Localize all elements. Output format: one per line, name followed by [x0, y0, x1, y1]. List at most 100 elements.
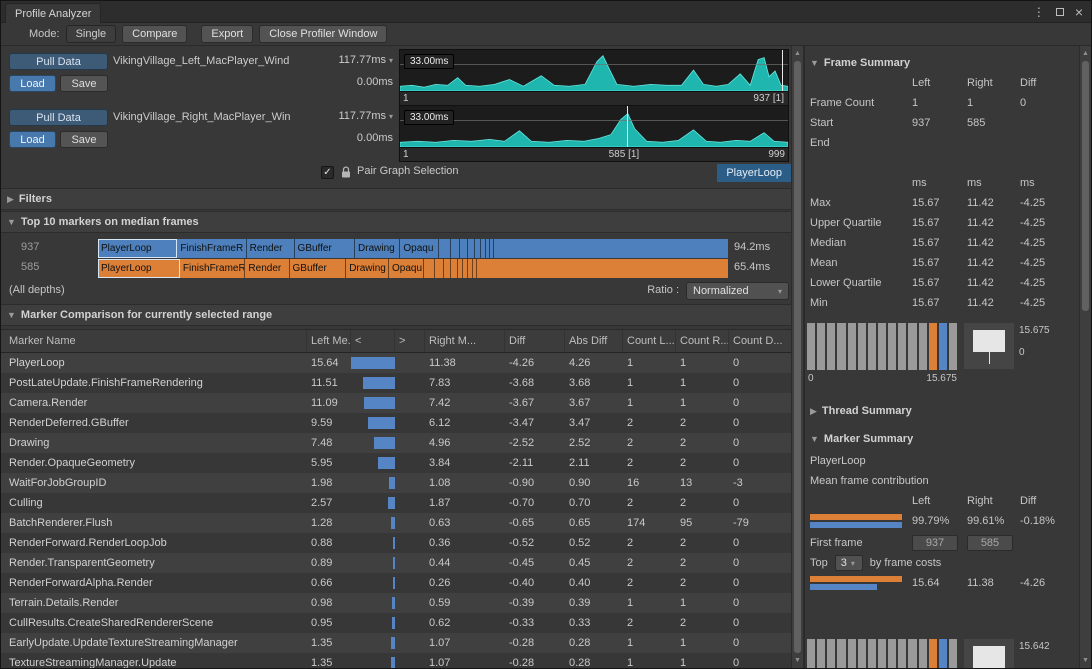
contribution-diff-value: -0.18%: [1020, 515, 1079, 527]
maximize-icon[interactable]: [1056, 8, 1064, 16]
summary-col-left: Left: [912, 77, 967, 89]
top10-segment[interactable]: [439, 239, 450, 258]
load-button[interactable]: Load: [9, 131, 56, 148]
count-right-cell: 13: [676, 473, 729, 493]
col-diff[interactable]: Diff: [505, 330, 565, 352]
filters-foldout[interactable]: ▶ Filters: [1, 188, 791, 210]
frame-time-graph-left[interactable]: 33.00ms: [399, 49, 789, 92]
top10-segment[interactable]: Opaqu: [389, 259, 424, 278]
comparison-row[interactable]: Render.OpaqueGeometry5.953.84-2.112.1122…: [1, 453, 791, 473]
first-frame-left-button[interactable]: 937: [912, 535, 958, 551]
left-mean-cell: 0.95: [307, 613, 351, 633]
top10-segment[interactable]: [424, 259, 435, 278]
tab-profile-analyzer[interactable]: Profile Analyzer: [5, 3, 101, 23]
histogram-ymax-label: 15.675: [1019, 325, 1050, 336]
selection-line[interactable]: [782, 50, 783, 91]
top10-segment[interactable]: GBuffer: [290, 259, 347, 278]
close-profiler-window-button[interactable]: Close Profiler Window: [259, 25, 387, 43]
scroll-up-icon[interactable]: ▲: [792, 47, 803, 60]
col-left-mean[interactable]: Left Me...: [307, 330, 351, 352]
comparison-row[interactable]: EarlyUpdate.UpdateTextureStreamingManage…: [1, 633, 791, 653]
frame-summary-foldout[interactable]: ▼ Frame Summary: [805, 53, 1079, 73]
right-mean-cell: 11.38: [425, 353, 505, 373]
summary-scrollbar[interactable]: ▲ ▼: [1079, 46, 1092, 668]
top10-segment[interactable]: PlayerLoop: [98, 259, 180, 278]
col-marker-name[interactable]: Marker Name: [1, 330, 307, 352]
comparison-row[interactable]: RenderForwardAlpha.Render0.660.26-0.400.…: [1, 573, 791, 593]
selected-marker-chip[interactable]: PlayerLoop: [717, 164, 791, 182]
export-button[interactable]: Export: [201, 25, 253, 43]
col-right-bar[interactable]: >: [395, 330, 425, 352]
top10-segment[interactable]: PlayerLoop: [98, 239, 177, 258]
scroll-down-icon[interactable]: ▼: [792, 654, 803, 667]
save-button[interactable]: Save: [60, 131, 108, 148]
top10-segment[interactable]: FinishFrameR: [177, 239, 246, 258]
top10-segment[interactable]: [444, 259, 452, 278]
summary-left-value: 15.67: [912, 257, 967, 269]
top10-foldout[interactable]: ▼ Top 10 markers on median frames: [1, 211, 791, 233]
range-max-dropdown[interactable]: 117.77ms▾: [338, 110, 393, 122]
range-max-dropdown[interactable]: 117.77ms▾: [338, 54, 393, 66]
thread-summary-foldout[interactable]: ▶ Thread Summary: [805, 401, 1079, 421]
boxplot-thumbnail[interactable]: [964, 323, 1014, 369]
pull-data-button[interactable]: Pull Data: [9, 53, 108, 70]
main-scrollbar-thumb[interactable]: [794, 61, 801, 653]
col-abs-diff[interactable]: Abs Diff: [565, 330, 623, 352]
marker-summary-foldout[interactable]: ▼ Marker Summary: [805, 429, 1079, 449]
pull-data-button[interactable]: Pull Data: [9, 109, 108, 126]
boxplot-thumbnail[interactable]: [964, 639, 1014, 668]
col-left-bar[interactable]: <: [351, 330, 395, 352]
scroll-down-icon[interactable]: ▼: [1080, 654, 1091, 667]
main-scrollbar[interactable]: ▲ ▼: [791, 46, 804, 668]
histogram-ymax-label: 15.642: [1019, 641, 1050, 652]
comparison-row[interactable]: BatchRenderer.Flush1.280.63-0.650.651749…: [1, 513, 791, 533]
mode-compare-button[interactable]: Compare: [122, 25, 187, 43]
comparison-row[interactable]: PostLateUpdate.FinishFrameRendering11.51…: [1, 373, 791, 393]
comparison-row[interactable]: Render.TransparentGeometry0.890.44-0.450…: [1, 553, 791, 573]
col-right-mean[interactable]: Right M...: [425, 330, 505, 352]
comparison-row[interactable]: Terrain.Details.Render0.980.59-0.390.391…: [1, 593, 791, 613]
comparison-row[interactable]: Culling2.571.87-0.700.70220: [1, 493, 791, 513]
comparison-row[interactable]: RenderForward.RenderLoopJob0.880.36-0.52…: [1, 533, 791, 553]
summary-diff-value: -4.25: [1020, 237, 1079, 249]
save-button[interactable]: Save: [60, 75, 108, 92]
comparison-row[interactable]: WaitForJobGroupID1.981.08-0.900.901613-3: [1, 473, 791, 493]
top10-segment[interactable]: Opaqu: [400, 239, 439, 258]
comparison-row[interactable]: RenderDeferred.GBuffer9.596.12-3.473.472…: [1, 413, 791, 433]
count-right-cell: 2: [676, 453, 729, 473]
col-count-diff[interactable]: Count D...: [729, 330, 791, 352]
close-icon[interactable]: ×: [1075, 5, 1083, 19]
pair-checkbox[interactable]: ✓: [321, 166, 334, 179]
top10-segment[interactable]: Drawing: [346, 259, 389, 278]
top10-segment[interactable]: [451, 239, 460, 258]
top10-segment[interactable]: [460, 239, 468, 258]
comparison-row[interactable]: CullResults.CreateSharedRendererScene0.9…: [1, 613, 791, 633]
diff-cell: -2.52: [505, 433, 565, 453]
top10-segment[interactable]: Drawing: [355, 239, 400, 258]
comparison-row[interactable]: Camera.Render11.097.42-3.673.67110: [1, 393, 791, 413]
top10-segment[interactable]: Render: [247, 239, 295, 258]
frame-time-graph-right[interactable]: 33.00ms: [399, 105, 789, 148]
load-button[interactable]: Load: [9, 75, 56, 92]
selection-line[interactable]: [627, 106, 628, 147]
top10-segment[interactable]: FinishFrameR: [180, 259, 246, 278]
ratio-dropdown[interactable]: Normalized▾: [686, 282, 789, 300]
first-frame-right-button[interactable]: 585: [967, 535, 1013, 551]
kebab-menu-icon[interactable]: ⋮: [1033, 5, 1045, 19]
top10-segment[interactable]: [468, 239, 475, 258]
col-count-right[interactable]: Count R...: [676, 330, 729, 352]
comparison-row[interactable]: TextureStreamingManager.Update1.351.07-0…: [1, 653, 791, 668]
top10-segment[interactable]: [435, 259, 444, 278]
marker-name-cell: PostLateUpdate.FinishFrameRendering: [1, 373, 307, 393]
comparison-row[interactable]: Drawing7.484.96-2.522.52220: [1, 433, 791, 453]
summary-scrollbar-thumb[interactable]: [1082, 61, 1089, 311]
scroll-up-icon[interactable]: ▲: [1080, 47, 1091, 60]
summary-right-value: 1: [967, 97, 1020, 109]
comparison-row[interactable]: PlayerLoop15.6411.38-4.264.26110: [1, 353, 791, 373]
top10-segment[interactable]: Render: [245, 259, 289, 278]
marker-comparison-foldout[interactable]: ▼ Marker Comparison for currently select…: [1, 304, 791, 326]
top10-segment[interactable]: GBuffer: [295, 239, 355, 258]
mode-single-button[interactable]: Single: [66, 25, 117, 43]
col-count-left[interactable]: Count L...: [623, 330, 676, 352]
top-count-dropdown[interactable]: 3▾: [835, 555, 863, 571]
